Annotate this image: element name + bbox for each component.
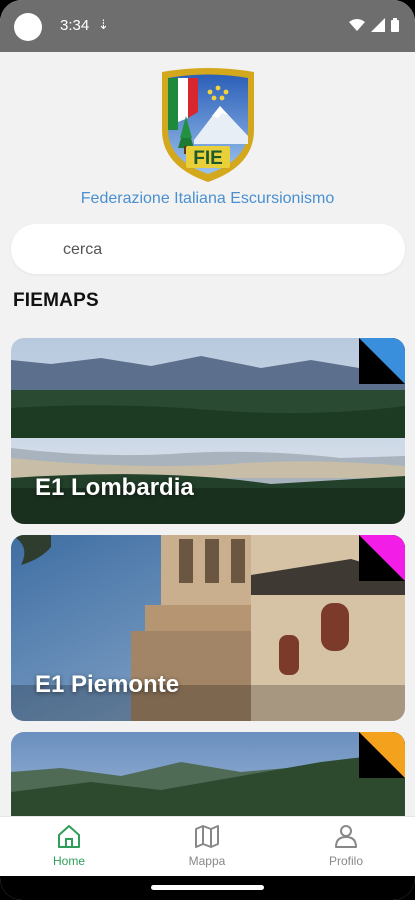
nav-home-label: Home [52, 854, 85, 868]
home-icon [58, 825, 80, 848]
signal-icon [371, 18, 385, 32]
nav-home[interactable]: Home [19, 823, 119, 868]
profile-icon [335, 825, 357, 848]
card-title: E1 Lombardia [35, 474, 194, 501]
status-bar: 3:34 ⇣ [0, 0, 415, 52]
status-icons [349, 18, 399, 32]
federation-name: Federazione Italiana Escursionismo [80, 190, 335, 207]
nav-profilo[interactable]: Profilo [296, 823, 396, 868]
gesture-handle[interactable] [151, 885, 264, 890]
card-corner-marker [359, 338, 405, 384]
nav-profilo-label: Profilo [328, 854, 363, 868]
nav-mappa-label: Mappa [188, 854, 226, 868]
logo-text: FIE [193, 148, 223, 169]
search-input[interactable] [61, 224, 385, 276]
home-content: FIE Federazione Italiana Escursionismo F… [0, 52, 415, 816]
battery-icon [391, 18, 399, 32]
search-bar[interactable] [11, 224, 405, 276]
phone-frame: 3:34 ⇣ FIE Federazione Italiana Escursio… [0, 0, 415, 900]
card-third-route[interactable] [11, 732, 405, 816]
section-title: FIEMAPS [13, 290, 99, 311]
nav-mappa[interactable]: Mappa [157, 823, 257, 868]
card-title: E1 Piemonte [35, 671, 180, 698]
card-e1-piemonte[interactable]: E1 Piemonte [11, 535, 405, 721]
status-time: 3:34 [60, 17, 90, 34]
fie-logo-icon: FIE [162, 68, 254, 182]
mountains-image [11, 732, 405, 816]
download-icon: ⇣ [98, 17, 109, 32]
bottom-navigation: Home Mappa Profilo [0, 816, 415, 877]
camera-cutout [14, 13, 42, 41]
card-corner-marker [359, 732, 405, 778]
screen: 3:34 ⇣ FIE Federazione Italiana Escursio… [0, 0, 415, 900]
map-icon [195, 825, 219, 848]
gesture-bar [0, 876, 415, 900]
card-corner-marker [359, 535, 405, 581]
wifi-icon [349, 18, 365, 31]
card-e1-lombardia[interactable]: E1 Lombardia [11, 338, 405, 524]
